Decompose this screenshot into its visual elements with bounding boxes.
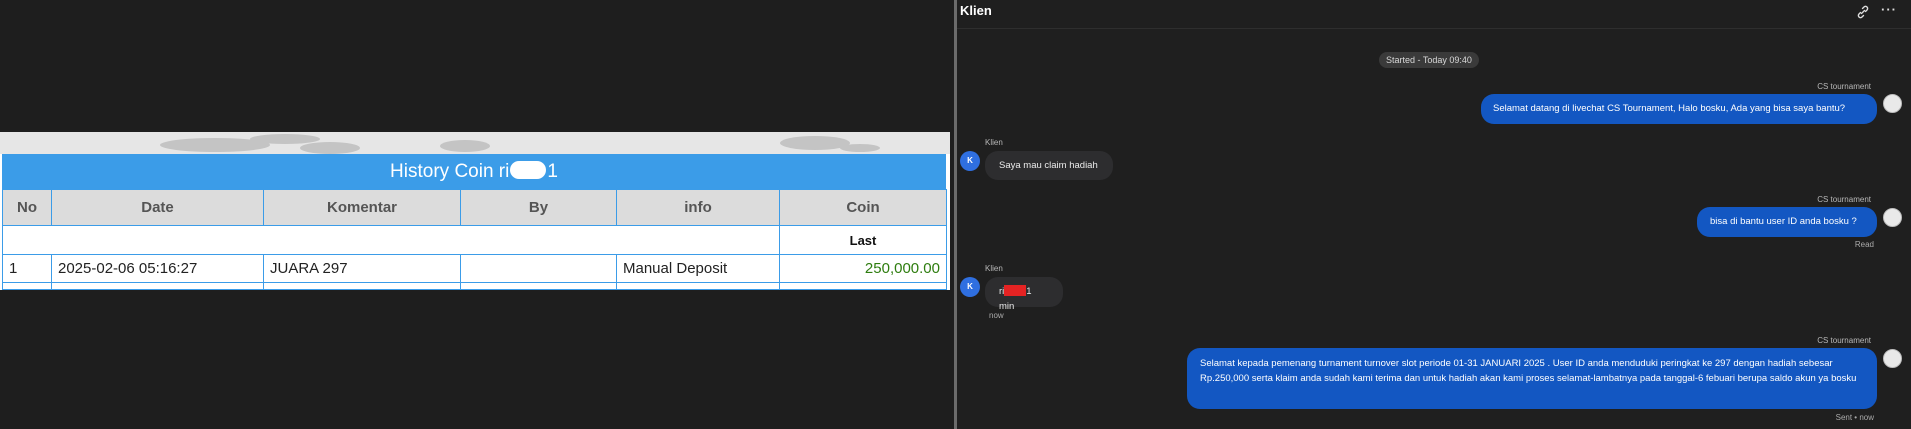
read-status: Read xyxy=(1854,240,1874,249)
cell-coin: 250,000.00 xyxy=(779,254,947,283)
history-pane: History Coin ri 1 No Date Komentar By inf… xyxy=(0,0,954,429)
column-header-komentar[interactable]: Komentar xyxy=(263,189,461,226)
agent-message-bubble: Selamat datang di livechat CS Tournament… xyxy=(1481,94,1877,124)
redaction-mask xyxy=(1004,284,1027,296)
history-table: No Date Komentar By info Coin Last 1 202… xyxy=(2,189,947,290)
sender-name: CS tournament xyxy=(1817,336,1871,345)
agent-message-bubble: Selamat kepada pemenang turnament turnov… xyxy=(1187,348,1877,409)
cell-komentar: JUARA 297 xyxy=(263,254,461,283)
column-header-by[interactable]: By xyxy=(460,189,617,226)
more-horizontal-icon[interactable]: ··· xyxy=(1881,2,1897,17)
column-header-no[interactable]: No xyxy=(2,189,52,226)
world-map-banner xyxy=(0,132,950,154)
redaction-mask xyxy=(510,160,547,179)
table-header-row: No Date Komentar By info Coin xyxy=(2,189,947,226)
agent-message-bubble: bisa di bantu user ID anda bosku ? xyxy=(1697,207,1877,237)
chat-pane: Klien ··· Started - Today 09:40 CS tourn… xyxy=(957,0,1911,429)
client-message-bubble: ri 1 min xyxy=(985,277,1063,312)
history-title-prefix: History Coin ri xyxy=(390,161,510,182)
sender-name: Klien xyxy=(985,138,1003,147)
session-started-pill: Started - Today 09:40 xyxy=(1379,52,1479,68)
table-row: 1 2025-02-06 05:16:27 JUARA 297 Manual D… xyxy=(2,254,947,283)
agent-avatar xyxy=(1883,94,1902,113)
client-message-bubble: Saya mau claim hadiah xyxy=(985,151,1113,180)
history-title-suffix: 1 xyxy=(547,161,558,182)
client-avatar: K xyxy=(960,151,980,171)
history-coin-panel: History Coin ri 1 No Date Komentar By inf… xyxy=(0,132,950,290)
last-row: Last xyxy=(2,225,947,255)
cell-by xyxy=(460,254,617,283)
chat-title: Klien xyxy=(960,3,992,18)
sent-status: Sent • now xyxy=(1835,413,1874,422)
table-row-partial xyxy=(2,282,947,290)
cell-no: 1 xyxy=(2,254,52,283)
agent-avatar xyxy=(1883,208,1902,227)
sender-name: CS tournament xyxy=(1817,195,1871,204)
link-icon[interactable] xyxy=(1855,4,1871,20)
message-time: now xyxy=(989,311,1004,320)
cell-info: Manual Deposit xyxy=(616,254,780,283)
chat-header: Klien ··· xyxy=(957,0,1911,29)
agent-avatar xyxy=(1883,349,1902,368)
column-header-info[interactable]: info xyxy=(616,189,780,226)
sender-name: CS tournament xyxy=(1817,82,1871,91)
column-header-coin[interactable]: Coin xyxy=(779,189,947,226)
last-row-spacer xyxy=(2,225,780,255)
client-avatar: K xyxy=(960,277,980,297)
sender-name: Klien xyxy=(985,264,1003,273)
cell-date: 2025-02-06 05:16:27 xyxy=(51,254,264,283)
last-label: Last xyxy=(779,225,947,255)
history-title: History Coin ri 1 xyxy=(2,154,946,189)
column-header-date[interactable]: Date xyxy=(51,189,264,226)
